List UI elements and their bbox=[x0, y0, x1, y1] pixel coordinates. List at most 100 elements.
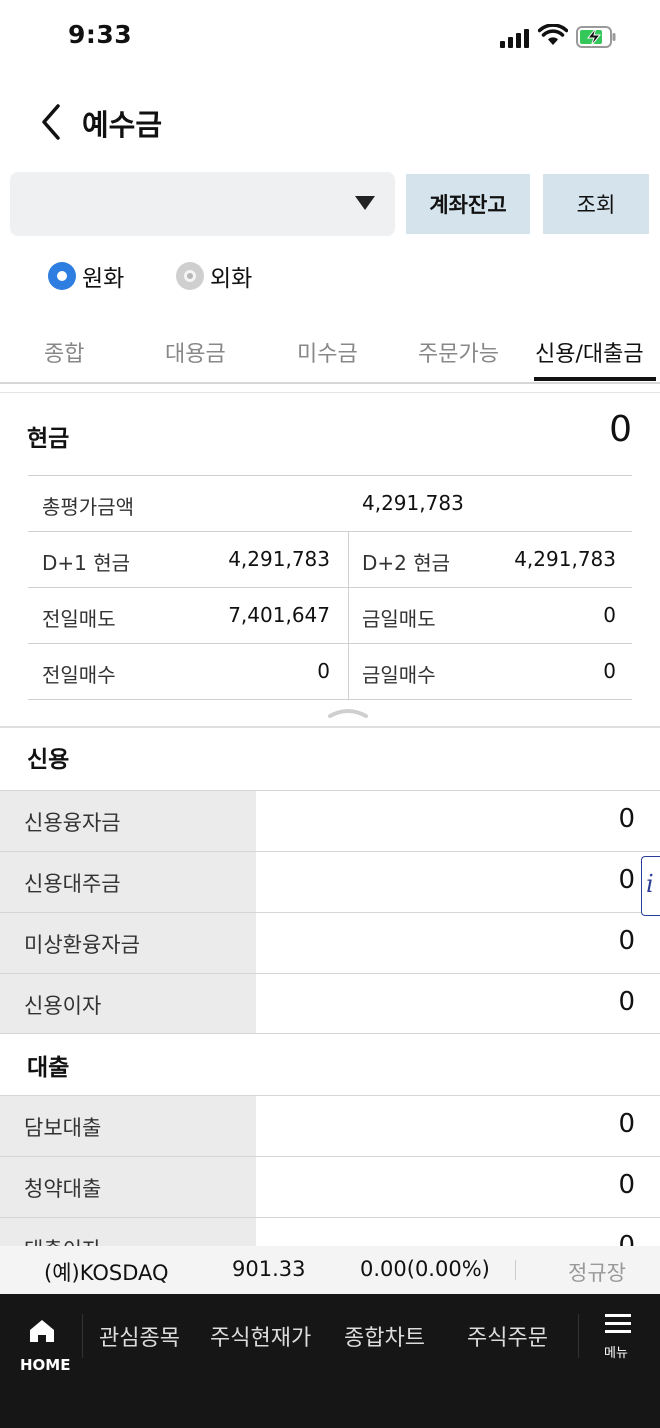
cash-card: 현금 0 총평가금액 4,291,783 D+1 현금 4,291,783 D+… bbox=[0, 392, 660, 728]
nav-home-label: HOME bbox=[20, 1356, 71, 1374]
nav-order[interactable]: 주식주문 bbox=[467, 1320, 548, 1352]
tab-bar: 종합 대용금 미수금 주문가능 신용/대출금 bbox=[0, 326, 660, 384]
ticker-price: 901.33 bbox=[232, 1257, 306, 1281]
nav-chart[interactable]: 종합차트 bbox=[344, 1320, 425, 1352]
nav-current-price[interactable]: 주식현재가 bbox=[210, 1320, 311, 1352]
hamburger-icon bbox=[605, 1322, 631, 1325]
cash-table: 총평가금액 4,291,783 D+1 현금 4,291,783 D+2 현금 … bbox=[28, 475, 632, 700]
cell-label: 금일매도 bbox=[362, 607, 436, 631]
tab-substitute[interactable]: 대용금 bbox=[165, 336, 226, 368]
collapse-chevron-icon[interactable] bbox=[328, 706, 368, 718]
table-row: 미상환융자금 0 bbox=[0, 912, 660, 973]
loan-section-title: 대출 bbox=[27, 1055, 70, 1081]
row-value: 0 bbox=[618, 1170, 635, 1200]
home-icon bbox=[30, 1320, 54, 1342]
row-label-cell: 미상환융자금 bbox=[0, 913, 256, 973]
row-label: 미상환융자금 bbox=[24, 933, 140, 957]
radio-foreign-label: 외화 bbox=[210, 266, 253, 292]
radio-selected-icon bbox=[48, 262, 76, 290]
table-row: 전일매수 0 금일매수 0 bbox=[28, 644, 632, 700]
row-label-cell: 신용융자금 bbox=[0, 791, 256, 851]
row-value: 0 bbox=[618, 926, 635, 956]
radio-krw[interactable]: 원화 bbox=[48, 258, 124, 294]
active-tab-indicator bbox=[534, 377, 656, 381]
credit-section-title: 신용 bbox=[27, 747, 70, 773]
row-value: 0 bbox=[618, 987, 635, 1017]
index-ticker[interactable]: (예)KOSDAQ 901.33 0.00(0.00%) 정규장 bbox=[0, 1246, 660, 1294]
table-row: 신용대주금 0 bbox=[0, 851, 660, 912]
table-row: 신용이자 0 bbox=[0, 973, 660, 1034]
row-label-cell: 청약대출 bbox=[0, 1157, 256, 1217]
cell-value: 4,291,783 bbox=[514, 547, 616, 571]
row-label: 청약대출 bbox=[24, 1177, 102, 1201]
cell-label: 전일매수 bbox=[42, 663, 116, 687]
page-title: 예수금 bbox=[82, 108, 163, 142]
back-arrow-icon[interactable] bbox=[34, 100, 70, 144]
nav-divider bbox=[82, 1314, 83, 1358]
table-row: 전일매도 7,401,647 금일매도 0 bbox=[28, 588, 632, 644]
tab-outstanding[interactable]: 미수금 bbox=[297, 336, 358, 368]
query-button[interactable]: 조회 bbox=[543, 174, 649, 234]
cell-value: 4,291,783 bbox=[228, 547, 330, 571]
row-value: 0 bbox=[618, 804, 635, 834]
ticker-change: 0.00(0.00%) bbox=[360, 1257, 490, 1281]
row-value: 0 bbox=[618, 1109, 635, 1139]
row-value: 0 bbox=[618, 865, 635, 895]
row-label: 신용이자 bbox=[24, 994, 102, 1018]
table-row: D+1 현금 4,291,783 D+2 현금 4,291,783 bbox=[28, 532, 632, 588]
status-bar: 9:33 bbox=[0, 0, 660, 76]
radio-foreign[interactable]: 외화 bbox=[176, 258, 252, 294]
battery-charging-icon bbox=[576, 26, 616, 48]
ticker-session: 정규장 bbox=[568, 1261, 626, 1285]
table-row: 청약대출 0 bbox=[0, 1156, 660, 1217]
account-balance-button[interactable]: 계좌잔고 bbox=[406, 174, 530, 234]
row-label: 신용대주금 bbox=[24, 872, 121, 896]
cell-value: 0 bbox=[317, 659, 330, 683]
cell-value: 0 bbox=[603, 603, 616, 627]
ticker-divider bbox=[515, 1260, 516, 1280]
row-label: 담보대출 bbox=[24, 1116, 102, 1140]
account-dropdown[interactable] bbox=[10, 172, 395, 236]
table-row: 신용융자금 0 bbox=[0, 790, 660, 851]
total-eval-label: 총평가금액 bbox=[42, 495, 134, 519]
column-divider bbox=[348, 644, 349, 699]
info-icon: i bbox=[646, 870, 654, 898]
radio-unselected-icon bbox=[176, 262, 204, 290]
cell-label: D+1 현금 bbox=[42, 551, 131, 575]
cell-label: 전일매도 bbox=[42, 607, 116, 631]
bottom-nav: HOME 관심종목 주식현재가 종합차트 주식주문 메뉴 bbox=[0, 1294, 660, 1428]
tab-summary[interactable]: 종합 bbox=[44, 336, 84, 368]
table-row: 총평가금액 4,291,783 bbox=[28, 476, 632, 532]
info-button[interactable]: i bbox=[641, 856, 660, 916]
cell-label: 금일매수 bbox=[362, 663, 436, 687]
nav-home-button[interactable]: HOME bbox=[14, 1308, 70, 1374]
row-label-cell: 담보대출 bbox=[0, 1096, 256, 1156]
cell-value: 0 bbox=[603, 659, 616, 683]
nav-divider bbox=[578, 1314, 579, 1358]
wifi-icon bbox=[538, 24, 568, 45]
cash-section-title: 현금 bbox=[27, 426, 70, 452]
column-divider bbox=[348, 532, 349, 587]
total-eval-value: 4,291,783 bbox=[362, 491, 464, 515]
header: 예수금 bbox=[0, 90, 660, 154]
tab-credit-loan[interactable]: 신용/대출금 bbox=[535, 336, 644, 368]
cash-total-value: 0 bbox=[609, 409, 632, 450]
menu-button[interactable]: 메뉴 bbox=[598, 1312, 642, 1368]
hamburger-icon bbox=[605, 1330, 631, 1333]
column-divider bbox=[348, 588, 349, 643]
table-row: 담보대출 0 bbox=[0, 1095, 660, 1156]
tab-orderable[interactable]: 주문가능 bbox=[418, 336, 499, 368]
cellular-signal-icon bbox=[500, 28, 530, 48]
cell-label: D+2 현금 bbox=[362, 551, 451, 575]
menu-label: 메뉴 bbox=[604, 1346, 628, 1361]
row-label: 신용융자금 bbox=[24, 811, 121, 835]
dropdown-arrow-icon bbox=[355, 196, 375, 210]
radio-krw-label: 원화 bbox=[82, 266, 125, 292]
row-label-cell: 신용이자 bbox=[0, 974, 256, 1033]
ticker-name: (예)KOSDAQ bbox=[44, 1261, 169, 1285]
credit-table: 신용융자금 0 신용대주금 0 미상환융자금 0 신용이자 0 bbox=[0, 790, 660, 1034]
hamburger-icon bbox=[605, 1314, 631, 1317]
nav-watchlist[interactable]: 관심종목 bbox=[99, 1320, 180, 1352]
status-time: 9:33 bbox=[68, 20, 133, 49]
row-label-cell: 신용대주금 bbox=[0, 852, 256, 912]
